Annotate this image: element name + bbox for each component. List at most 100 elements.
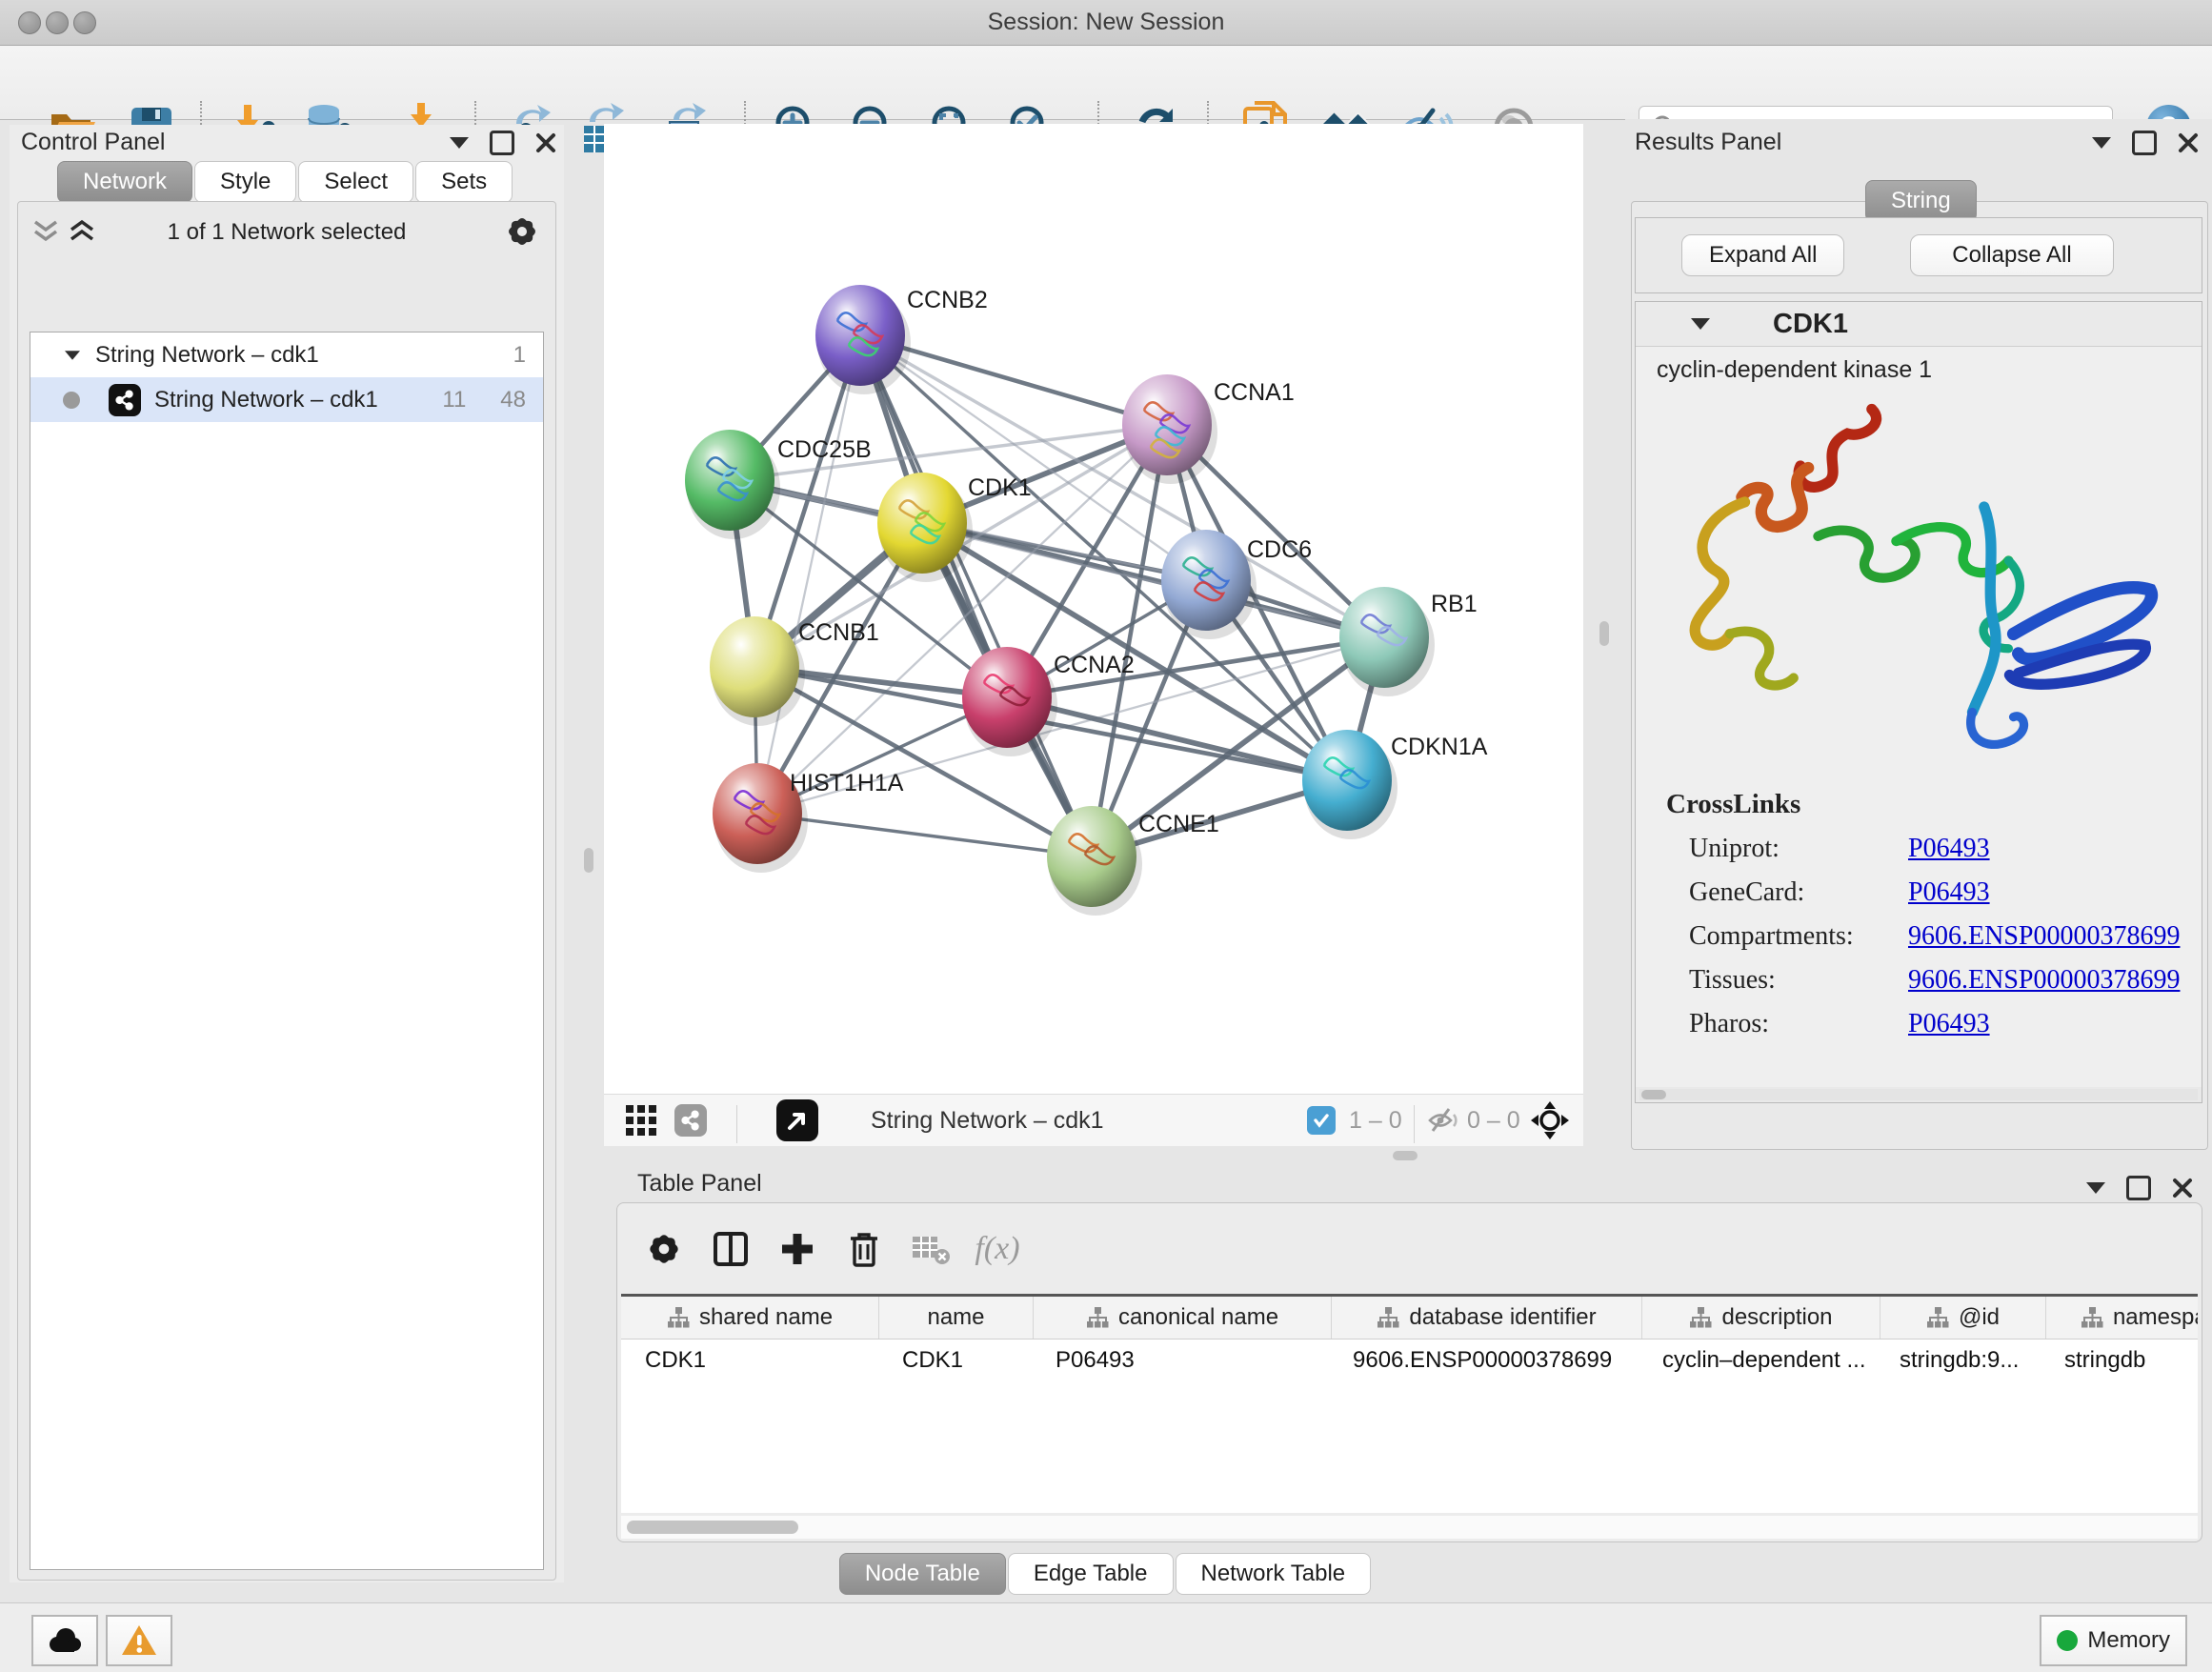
collapse-all-button[interactable]: Collapse All [1910,234,2114,276]
tab-sets[interactable]: Sets [415,161,513,203]
column-header-name[interactable]: name [879,1297,1034,1339]
bottom-splitter-handle[interactable] [1393,1151,1418,1160]
control-panel-title: Control Panel [21,129,165,156]
selected-nodes-checkbox[interactable] [1307,1095,1336,1146]
network-node-CDC25B[interactable] [685,430,774,531]
network-node-CCNB2[interactable] [815,285,905,386]
crosslink-value[interactable]: 9606.ENSP00000378699 [1908,965,2180,996]
crosslink-value[interactable]: P06493 [1908,834,1990,864]
column-header-label: @id [1959,1304,2000,1331]
crosslink-row: Pharos:P06493 [1689,1009,2202,1039]
shared-column-icon [1377,1306,1399,1329]
table-row[interactable]: CDK1CDK1P064939606.ENSP00000378699cyclin… [621,1340,2198,1381]
memory-button[interactable]: Memory [2040,1615,2187,1666]
delete-table-button[interactable] [897,1233,964,1265]
crosshair-move-icon [1530,1100,1570,1140]
network-node-HIST1H1A[interactable] [713,763,802,864]
network-list-item[interactable]: String Network – cdk11 [30,332,543,377]
results-panel-float-icon[interactable] [2092,137,2111,149]
control-panel-maximize-icon[interactable] [490,131,514,155]
cloud-status-button[interactable] [31,1615,98,1666]
shared-column-icon [2081,1306,2103,1329]
crosslinks-title: CrossLinks [1666,789,2202,820]
column-header-canonical-name[interactable]: canonical name [1034,1297,1332,1339]
table-toolbar: f(x) [617,1203,2202,1294]
tab-style[interactable]: Style [194,161,296,203]
network-view-title: String Network – cdk1 [871,1095,1104,1146]
table-panel-close-icon[interactable] [2172,1178,2193,1199]
network-canvas[interactable]: CCNB2CCNA1CDC25BCDK1CDC6RB1CCNB1CCNA2CDK… [604,124,1583,1094]
network-node-CCNA1[interactable] [1122,374,1212,475]
network-node-CDK1[interactable] [877,473,967,574]
scrollbar-thumb[interactable] [627,1521,798,1534]
tab-edge-table[interactable]: Edge Table [1008,1553,1174,1595]
expand-all-button[interactable]: Expand All [1681,234,1844,276]
column-header-database-identifier[interactable]: database identifier [1332,1297,1642,1339]
tab-string[interactable]: String [1865,180,1977,222]
show-columns-button[interactable] [697,1231,764,1267]
hidden-eye-icon [1427,1106,1459,1135]
network-node-CCNB1[interactable] [710,616,799,717]
tab-network-table[interactable]: Network Table [1176,1553,1372,1595]
scrollbar-thumb[interactable] [1641,1090,1666,1099]
right-splitter-handle[interactable] [1599,621,1609,646]
results-panel-close-icon[interactable] [2178,132,2199,153]
network-edge[interactable] [757,335,860,814]
table-settings-button[interactable] [631,1230,697,1268]
plus-icon [779,1231,815,1267]
fit-content-button[interactable] [1530,1095,1570,1146]
network-node-CDKN1A[interactable] [1302,730,1392,831]
tab-network[interactable]: Network [57,161,192,203]
hidden-elements-button[interactable] [1427,1095,1459,1146]
column-header-label: name [927,1304,984,1331]
crosslink-value[interactable]: P06493 [1908,877,1990,908]
tab-node-table[interactable]: Node Table [839,1553,1006,1595]
crosslink-label: Tissues: [1689,965,1908,996]
network-node-CCNE1[interactable] [1047,806,1136,907]
network-list-item[interactable]: String Network – cdk11148 [30,377,543,422]
add-column-button[interactable] [764,1231,831,1267]
results-panel-maximize-icon[interactable] [2132,131,2157,155]
function-builder-button[interactable]: f(x) [964,1231,1031,1267]
network-options-gear-icon[interactable] [504,213,540,250]
gene-collapse-icon[interactable] [1691,318,1710,330]
selected-count: 1 – 0 [1349,1095,1402,1146]
tab-select[interactable]: Select [298,161,413,203]
column-header-description[interactable]: description [1642,1297,1880,1339]
table-panel-float-icon[interactable] [2086,1182,2105,1194]
column-header-label: description [1721,1304,1832,1331]
column-header--id[interactable]: @id [1880,1297,2046,1339]
node-label-CCNA2: CCNA2 [1054,652,1135,678]
column-header-namespace[interactable]: namespace [2046,1297,2198,1339]
control-panel-float-icon[interactable] [450,137,469,149]
fx-label: f(x) [975,1231,1019,1267]
node-label-CCNB1: CCNB1 [798,619,879,646]
column-header-shared-name[interactable]: shared name [621,1297,879,1339]
table-panel-maximize-icon[interactable] [2126,1176,2151,1200]
network-node-CCNA2[interactable] [962,647,1052,748]
node-label-CDKN1A: CDKN1A [1391,734,1488,760]
crosslink-value[interactable]: 9606.ENSP00000378699 [1908,921,2180,952]
gene-details-scrollbar[interactable] [1639,1089,2198,1100]
control-panel-close-icon[interactable] [535,132,556,153]
column-header-label: database identifier [1409,1304,1596,1331]
table-hscrollbar[interactable] [621,1516,2198,1539]
network-node-CDC6[interactable] [1161,530,1251,631]
left-splitter-handle[interactable] [584,848,593,873]
detach-view-button[interactable] [776,1095,818,1146]
network-label: String Network – cdk1 [154,387,378,413]
tree-expand-icon[interactable] [65,351,80,360]
warnings-button[interactable] [106,1615,172,1666]
grid-view-button[interactable] [625,1095,657,1146]
network-selection-status: 1 of 1 Network selected [18,219,555,246]
delete-column-button[interactable] [831,1230,897,1268]
node-label-HIST1H1A: HIST1H1A [790,770,904,796]
node-label-RB1: RB1 [1431,591,1478,617]
protein-structure-image [1659,390,2173,771]
crosslink-value[interactable]: P06493 [1908,1009,1990,1039]
network-share-button[interactable] [674,1095,707,1146]
network-node-RB1[interactable] [1339,587,1429,688]
network-view[interactable]: CCNB2CCNA1CDC25BCDK1CDC6RB1CCNB1CCNA2CDK… [604,124,1583,1094]
network-list: String Network – cdk11String Network – c… [30,332,544,1570]
network-view-toolbar: String Network – cdk1 1 – 0 0 – 0 [604,1094,1583,1146]
